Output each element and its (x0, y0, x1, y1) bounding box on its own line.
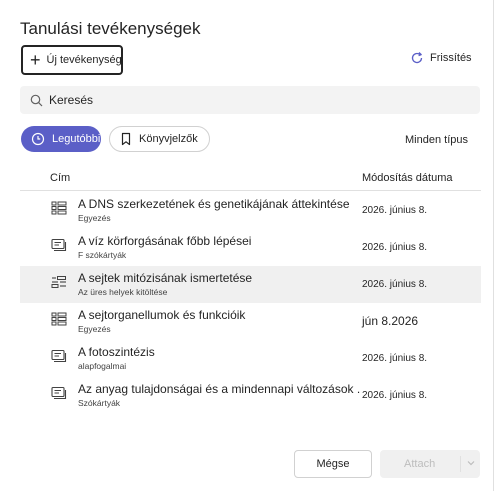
bookmark-icon (121, 132, 131, 146)
activity-title: Az anyag tulajdonságai és a mindennapi v… (78, 382, 361, 396)
filter-recent-label: Legutóbbi (52, 133, 101, 145)
activity-row[interactable]: A fotoszintézis alapfogalmai 2026. júniu… (20, 340, 481, 377)
activity-title: A víz körforgásának főbb lépései (78, 234, 252, 248)
clock-icon (31, 132, 45, 146)
new-activity-button[interactable]: + Új tevékenység (21, 45, 123, 75)
header-divider (20, 190, 481, 191)
activity-type: Szókártyák (78, 398, 121, 408)
attach-split-divider (460, 456, 461, 472)
panel-divider (493, 0, 494, 491)
activity-date: 2026. június 8. (362, 353, 428, 364)
match-grid-icon (51, 312, 67, 326)
all-types-dropdown[interactable]: Minden típus (405, 134, 468, 146)
activity-title: A sejtek mitózisának ismertetése (78, 271, 253, 285)
column-header-title[interactable]: Cím (50, 172, 70, 184)
activity-date: jún 8.2026 (362, 314, 419, 328)
activity-row[interactable]: A víz körforgásának főbb lépései F szóká… (20, 229, 481, 266)
flashcards-icon (51, 386, 67, 400)
activity-row[interactable]: Az anyag tulajdonságai és a mindennapi v… (20, 377, 481, 414)
activity-row[interactable]: A DNS szerkezetének és genetikájának átt… (20, 192, 481, 229)
refresh-button[interactable]: Frissítés (410, 51, 472, 65)
match-grid-icon (51, 201, 67, 215)
search-input[interactable] (49, 93, 449, 107)
filter-bookmarks-label: Könyvjelzők (139, 133, 198, 145)
activity-row[interactable]: A sejtorganellumok és funkcióik Egyezés … (20, 303, 481, 340)
activity-title: A sejtorganellumok és funkcióik (78, 308, 246, 322)
activity-date: 2026. június 8. (362, 242, 428, 253)
chevron-down-icon[interactable] (466, 459, 476, 467)
activity-date: 2026. június 8. (362, 390, 428, 401)
new-activity-label: Új tevékenység (46, 54, 122, 66)
activity-type: Egyezés (78, 324, 111, 334)
attach-label: Attach (404, 458, 436, 470)
cancel-button[interactable]: Mégse (294, 450, 372, 478)
filter-bookmarks-tab[interactable]: Könyvjelzők (109, 126, 210, 152)
activity-type: alapfogalmai (78, 361, 127, 371)
activity-date: 2026. június 8. (362, 279, 428, 290)
column-header-modified[interactable]: Módosítás dátuma (362, 172, 453, 184)
refresh-icon (411, 52, 423, 64)
activity-type: Egyezés (78, 213, 111, 223)
learning-activities-panel: Tanulási tevékenységek + Új tevékenység … (0, 0, 497, 491)
plus-icon: + (30, 50, 41, 70)
activity-type: F szókártyák (78, 250, 127, 260)
activity-row[interactable]: A sejtek mitózisának ismertetése Az üres… (20, 266, 481, 303)
activity-title: A DNS szerkezetének és genetikájának átt… (78, 197, 350, 211)
search-box[interactable] (20, 86, 480, 114)
attach-button[interactable]: Attach (380, 450, 480, 478)
fill-blanks-icon (51, 276, 66, 288)
activity-date: 2026. június 8. (362, 205, 428, 216)
flashcards-icon (51, 238, 67, 252)
flashcards-icon (51, 349, 67, 363)
page-title: Tanulási tevékenységek (20, 19, 201, 38)
search-icon (30, 94, 43, 106)
filter-recent-tab[interactable]: Legutóbbi (21, 126, 101, 152)
activity-type: Az üres helyek kitöltése (78, 287, 168, 297)
activity-title: A fotoszintézis (78, 345, 155, 359)
refresh-label: Frissítés (430, 52, 472, 64)
